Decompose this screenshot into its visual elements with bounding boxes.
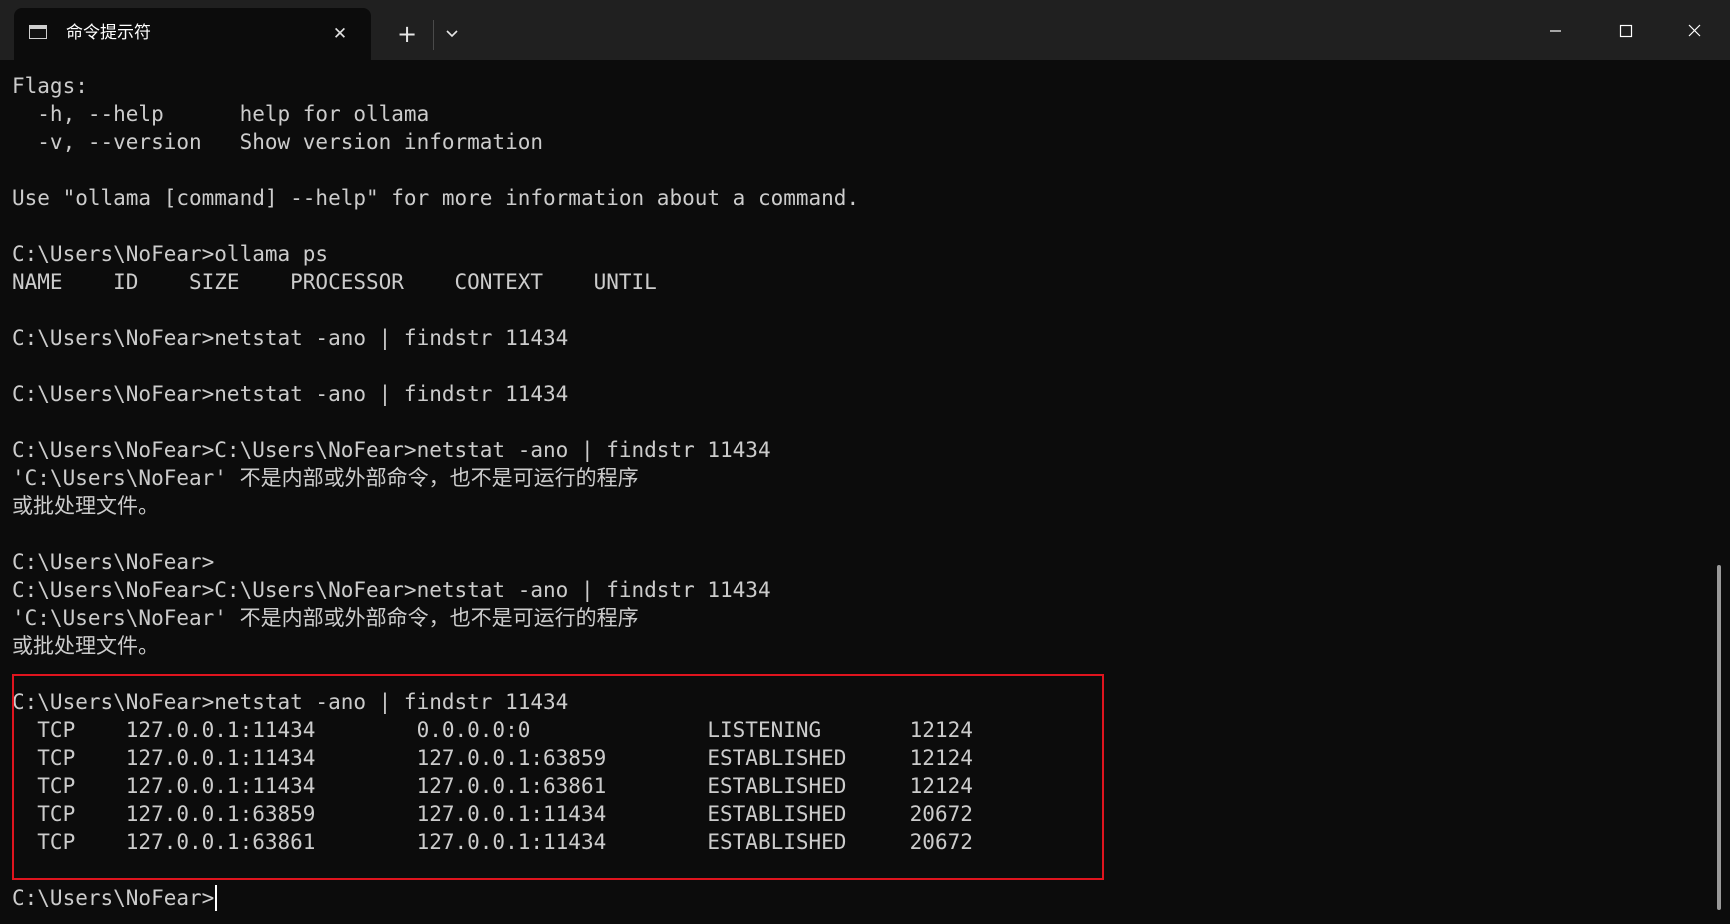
close-window-button[interactable]: [1660, 0, 1730, 60]
terminal-line: C:\Users\NoFear>: [12, 550, 215, 574]
minimize-icon: [1550, 30, 1561, 32]
titlebar-divider: [433, 20, 434, 50]
terminal-line: C:\Users\NoFear>netstat -ano | findstr 1…: [12, 382, 569, 406]
terminal-line: NAME ID SIZE PROCESSOR CONTEXT UNTIL: [12, 270, 657, 294]
tab-close-button[interactable]: ✕: [327, 21, 353, 47]
terminal-line: Flags:: [12, 74, 88, 98]
terminal-line: C:\Users\NoFear>netstat -ano | findstr 1…: [12, 326, 569, 350]
chevron-down-icon: [446, 30, 458, 38]
current-prompt-line[interactable]: C:\Users\NoFear>: [12, 884, 973, 912]
prompt-text: C:\Users\NoFear>: [12, 886, 215, 910]
terminal-line: 或批处理文件。: [12, 494, 159, 518]
terminal-line: 'C:\Users\NoFear' 不是内部或外部命令，也不是可运行的程序: [12, 466, 639, 490]
terminal-icon: [29, 25, 47, 39]
tab-dropdown-button[interactable]: [437, 18, 467, 50]
title-bar: 命令提示符 ✕ +: [0, 0, 1730, 60]
terminal-line: C:\Users\NoFear>ollama ps: [12, 242, 329, 266]
terminal-line: C:\Users\NoFear>C:\Users\NoFear>netstat …: [12, 578, 771, 602]
annotation-highlight-box: [12, 674, 1104, 880]
scrollbar-thumb[interactable]: [1717, 565, 1721, 910]
text-cursor: [215, 885, 218, 911]
close-icon: [1688, 24, 1701, 37]
terminal-line: 或批处理文件。: [12, 634, 159, 658]
terminal-line: C:\Users\NoFear>C:\Users\NoFear>netstat …: [12, 438, 771, 462]
tab-command-prompt[interactable]: 命令提示符 ✕: [14, 8, 371, 60]
tab-title: 命令提示符: [66, 23, 151, 43]
terminal-line: 'C:\Users\NoFear' 不是内部或外部命令，也不是可运行的程序: [12, 606, 639, 630]
maximize-icon: [1619, 24, 1633, 38]
minimize-button[interactable]: [1520, 0, 1590, 60]
maximize-button[interactable]: [1590, 0, 1660, 60]
new-tab-button[interactable]: +: [391, 18, 423, 50]
terminal-line: -h, --help help for ollama: [12, 102, 430, 126]
terminal-line: Use "ollama [command] --help" for more i…: [12, 186, 860, 210]
terminal-line: -v, --version Show version information: [12, 130, 544, 154]
terminal-window: 命令提示符 ✕ + Flags: -h, --help help for oll…: [0, 0, 1730, 924]
